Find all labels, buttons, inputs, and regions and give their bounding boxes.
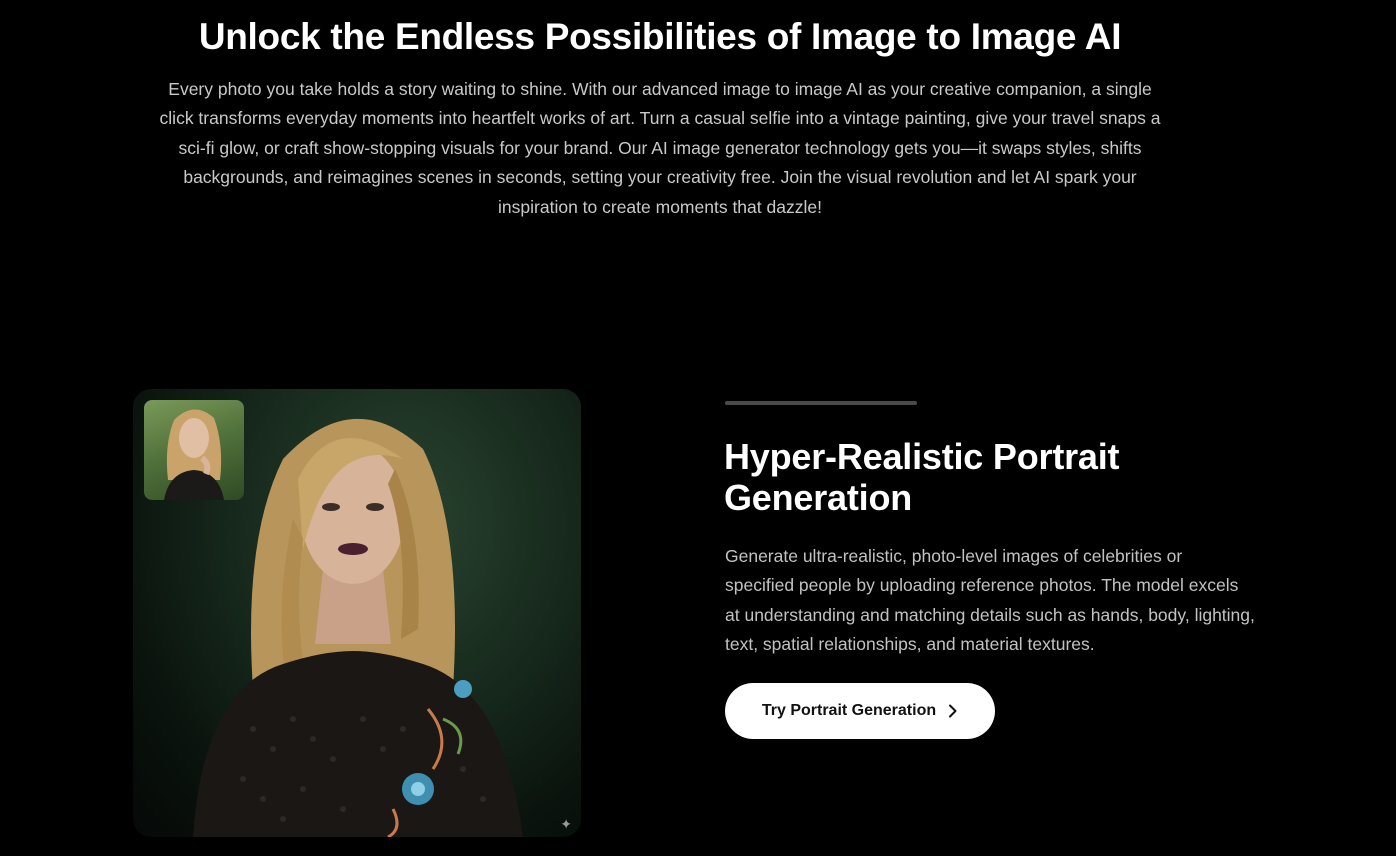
sparkle-icon: ✦ [560,816,572,832]
section-title: Unlock the Endless Possibilities of Imag… [198,16,1122,57]
reference-photo-thumbnail [144,400,244,500]
feature-title: Hyper-Realistic Portrait Generation [724,436,1120,518]
feature-description: Generate ultra-realistic, photo-level im… [725,546,1255,655]
try-portrait-generation-button[interactable]: Try Portrait Generation [725,683,995,739]
chevron-right-icon [948,704,958,718]
reference-portrait-illustration [164,409,224,500]
cta-button-label: Try Portrait Generation [761,702,937,719]
portrait-result-image: ✦ [133,389,581,837]
section-accent-divider [725,401,917,405]
section-intro-text: Every photo you take holds a story waiti… [159,79,1161,217]
